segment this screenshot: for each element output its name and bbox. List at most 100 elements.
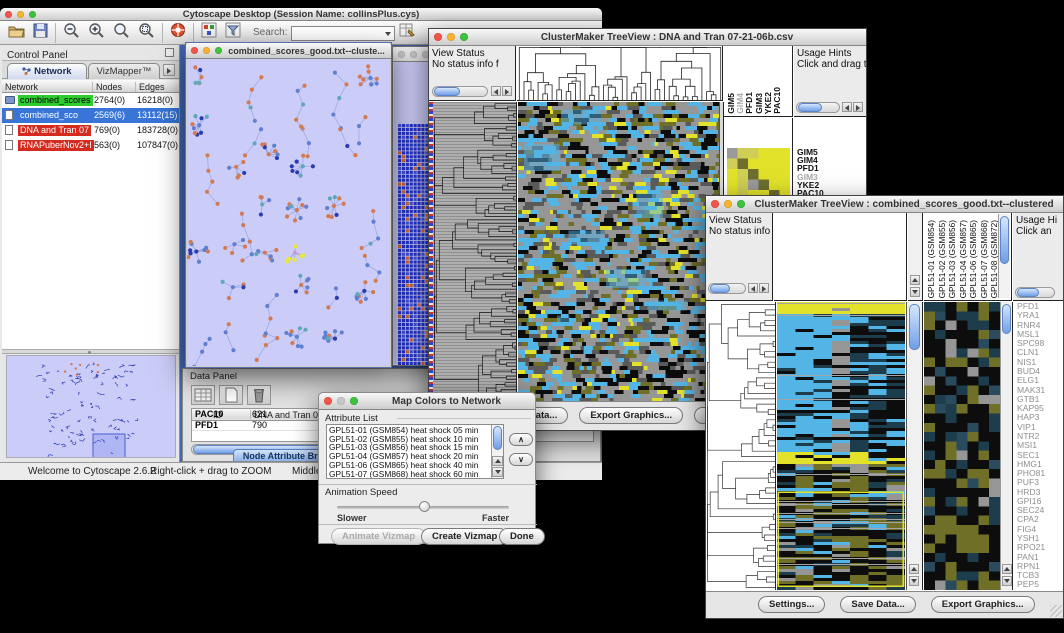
global-heatmap[interactable] [518, 102, 719, 401]
tab-network[interactable]: Network [7, 63, 87, 79]
dialog-titlebar[interactable]: Map Colors to Network [319, 393, 535, 410]
scroll-down-button[interactable] [909, 576, 919, 586]
main-titlebar[interactable]: Cytoscape Desktop (Session Name: collins… [0, 8, 602, 21]
minimize-button[interactable] [447, 33, 455, 41]
column-label[interactable]: GIM4 [736, 93, 744, 114]
treeview2-button[interactable]: Save Data... [840, 596, 915, 613]
zoom-button[interactable] [350, 397, 358, 405]
help-lifering-icon[interactable] [170, 22, 186, 43]
minimize-button[interactable] [203, 47, 210, 54]
scroll-up-button[interactable] [1002, 564, 1012, 574]
attribute-list[interactable]: GPL51-01 (GSM854) heat shock 05 minGPL51… [326, 424, 504, 479]
column-label[interactable]: GPL51-02 (GSM855) [937, 220, 948, 298]
scroll-down-button[interactable] [1002, 576, 1012, 586]
column-label[interactable]: YKE2 [764, 92, 772, 114]
attribute-select-icon[interactable] [191, 385, 215, 405]
done-button[interactable]: Done [499, 528, 545, 545]
zoom-fit-icon[interactable] [138, 22, 155, 43]
network-row[interactable]: DNA and Tran 07 769(0) 183728(0) [2, 123, 180, 138]
scroll-up-button[interactable] [492, 456, 503, 466]
column-label[interactable]: PFD1 [745, 92, 753, 114]
zoom-out-icon[interactable] [63, 22, 80, 43]
treeview2-button[interactable]: Settings... [758, 596, 825, 613]
new-attribute-icon[interactable] [219, 385, 243, 405]
save-session-icon[interactable] [33, 23, 48, 43]
col-nodes[interactable]: Nodes [92, 82, 122, 92]
treeview2-titlebar[interactable]: ClusterMaker TreeView : combined_scores_… [706, 196, 1063, 213]
view-status-hscrollbar[interactable] [432, 86, 488, 97]
vizmapper-icon[interactable] [201, 22, 217, 43]
float-panel-icon[interactable] [165, 48, 174, 57]
zoom-button[interactable] [215, 47, 222, 54]
open-session-icon[interactable] [8, 23, 25, 43]
row-dendrogram[interactable] [706, 302, 776, 590]
scroll-left-button[interactable] [491, 86, 501, 96]
scroll-up-button[interactable] [910, 275, 920, 285]
column-label[interactable]: GIM3 [755, 93, 763, 114]
close-button[interactable] [191, 47, 198, 54]
scroll-down-button[interactable] [910, 287, 920, 297]
column-label[interactable]: PAC10 [773, 87, 781, 114]
network-row[interactable]: combined_scores 2764(0) 16218(0) [2, 93, 180, 108]
network-view-titlebar[interactable]: combined_scores_good.txt--cluste... [186, 43, 391, 59]
delete-attribute-icon[interactable] [247, 385, 271, 405]
attribute-list-vscrollbar[interactable] [491, 425, 503, 478]
usage-hscrollbar[interactable] [796, 102, 840, 113]
zoom-selected-icon[interactable] [113, 22, 130, 43]
col-network[interactable]: Network [2, 82, 38, 92]
zoom-heatmap[interactable] [924, 302, 1000, 590]
move-down-button[interactable]: ∨ [509, 453, 533, 466]
scroll-left-button[interactable] [842, 102, 852, 112]
network-row[interactable]: combined_sco 2569(6) 13112(15) [2, 108, 180, 123]
search-dropdown-icon[interactable] [385, 32, 391, 36]
column-labels-vscrollbar[interactable] [998, 214, 1010, 298]
zoom-button[interactable] [460, 33, 468, 41]
minimize-button[interactable] [410, 51, 417, 58]
global-heatmap[interactable] [777, 302, 905, 590]
zoom-button[interactable] [737, 200, 745, 208]
attribute-list-item[interactable]: GPL51-07 (GSM868) heat shock 60 min [329, 470, 501, 479]
minimize-button[interactable] [724, 200, 732, 208]
close-button[interactable] [434, 33, 442, 41]
scroll-right-button[interactable] [759, 283, 769, 293]
network-row[interactable]: RNAPuberNov2+I 563(0) 107847(0) [2, 138, 180, 153]
usage-hscrollbar[interactable] [1015, 287, 1055, 298]
network-canvas[interactable] [187, 59, 390, 366]
treeview1-titlebar[interactable]: ClusterMaker TreeView : DNA and Tran 07-… [429, 29, 866, 46]
tab-vizmapper[interactable]: VizMapper™ [88, 63, 160, 79]
network-overview[interactable] [6, 355, 176, 458]
attribute-browser-icon[interactable] [399, 22, 416, 43]
column-label[interactable]: GPL51-04 (GSM857) [958, 220, 969, 298]
column-dendrogram[interactable] [517, 46, 723, 101]
col-edges[interactable]: Edges [135, 82, 165, 92]
column-label[interactable]: GIM5 [727, 93, 735, 114]
resize-grip[interactable] [1050, 605, 1062, 617]
close-button[interactable] [5, 11, 12, 18]
column-label[interactable]: GPL51-01 (GSM854) [926, 220, 937, 298]
scroll-up-button[interactable] [909, 564, 919, 574]
close-button[interactable] [711, 200, 719, 208]
treeview1-button[interactable]: Export Graphics... [579, 407, 683, 424]
minimize-button[interactable] [17, 11, 24, 18]
column-label[interactable]: GPL51-06 (GSM865) [968, 220, 979, 298]
move-up-button[interactable]: ∧ [509, 433, 533, 446]
tab-overflow-icon[interactable] [163, 64, 175, 76]
slider-thumb[interactable] [419, 501, 430, 512]
heatmap-vscrollbar[interactable] [906, 302, 923, 590]
column-label[interactable]: GPL51-07 (GSM868) [979, 220, 990, 298]
close-button[interactable] [398, 51, 405, 58]
scroll-right-button[interactable] [853, 102, 863, 112]
animate-vizmap-button[interactable]: Animate Vizmap [331, 528, 426, 545]
create-vizmap-button[interactable]: Create Vizmap [421, 528, 508, 545]
panel-splitter[interactable] [2, 349, 180, 354]
column-label[interactable]: GPL51-03 (GSM856) [947, 220, 958, 298]
view-status-hscrollbar[interactable] [708, 283, 746, 294]
scroll-down-button[interactable] [492, 467, 503, 477]
column-dendrogram[interactable] [774, 213, 907, 301]
minimize-button[interactable] [337, 397, 345, 405]
close-button[interactable] [324, 397, 332, 405]
filter-icon[interactable] [225, 22, 241, 43]
row-dendrogram[interactable] [433, 102, 517, 401]
scroll-left-button[interactable] [748, 283, 758, 293]
zoom-button[interactable] [29, 11, 36, 18]
